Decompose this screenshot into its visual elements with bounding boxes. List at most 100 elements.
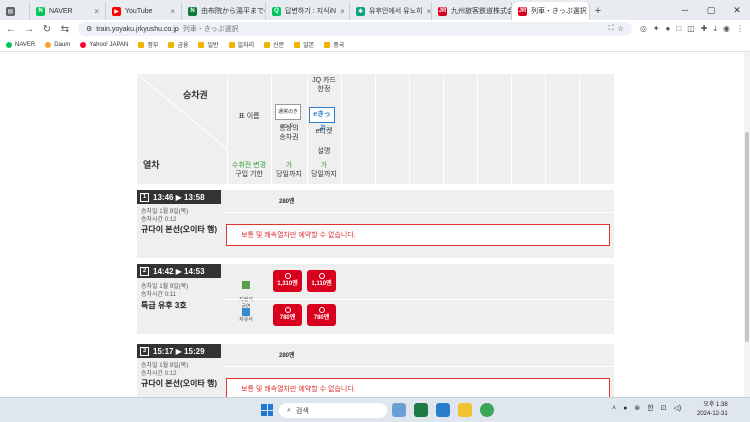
ride-duration: 승차시간 0:11: [141, 292, 176, 298]
free-seat-icon: [242, 308, 250, 316]
naver-icon: [6, 41, 12, 48]
train-name: 규다이 본선(오이타 행): [141, 225, 218, 234]
reserved-eticket-price-button[interactable]: 1,110엔: [307, 270, 336, 292]
tab-youtube[interactable]: ▶ YouTube ×: [106, 2, 182, 20]
free-eticket-price-button[interactable]: 780엔: [307, 304, 336, 326]
tab-jr-kyushu[interactable]: JR 九州旅客鉄道株式会 ×: [432, 2, 512, 20]
ime-indicator[interactable]: 한: [647, 403, 653, 413]
bookmark-yahoo[interactable]: Yahoo! JAPAN: [80, 41, 129, 48]
extension-icon[interactable]: ◎: [640, 24, 647, 34]
fare-price: 280엔: [279, 199, 295, 205]
system-tray: ˄ ● ⊗ 한 ⊡ ◁): [612, 403, 681, 413]
page-scrollbar[interactable]: [744, 52, 750, 397]
bookmark-folder-japan[interactable]: 일본: [294, 40, 314, 49]
antivirus-icon[interactable]: ●: [623, 405, 627, 412]
tab-yufuin[interactable]: N 由布院から湯平までの ×: [182, 2, 266, 20]
bookmark-label: Yahoo! JAPAN: [89, 41, 129, 48]
tab-search-icon[interactable]: ⇆: [60, 24, 70, 35]
bookmark-folder-finance[interactable]: 금융: [168, 40, 188, 49]
new-tab-button[interactable]: +: [590, 2, 606, 20]
excel-icon[interactable]: [414, 403, 428, 417]
scrollbar-thumb[interactable]: [745, 132, 749, 342]
circle-icon: [318, 273, 325, 279]
close-icon[interactable]: ×: [340, 7, 345, 16]
train-time-bar: 2 14:42 ▶ 14:53: [137, 264, 221, 278]
bookmark-label: NAVER: [15, 41, 36, 48]
jr-icon: JR: [518, 6, 527, 16]
windows-taskbar: ⌕ 검색 ˄ ● ⊗ 한 ⊡ ◁) 오후 1:38 2024-12-31: [0, 397, 750, 422]
store-icon[interactable]: [436, 403, 450, 417]
back-icon[interactable]: ←: [6, 24, 16, 35]
page-content: 승차권 열차 표 이름 JQ 카드 한정 通常のきっぷ eきっぷ 통상의 승차권…: [0, 52, 744, 397]
close-icon[interactable]: ×: [426, 7, 431, 16]
bookmark-daum[interactable]: Daum: [45, 41, 70, 48]
minimize-icon[interactable]: ─: [672, 0, 698, 20]
bookmark-naver[interactable]: NAVER: [6, 41, 36, 48]
bookmark-label: 신문: [273, 43, 285, 49]
close-icon[interactable]: ×: [94, 7, 99, 16]
reserved-seat-label: 지정석 금연: [231, 274, 261, 311]
chrome-icon[interactable]: [480, 403, 494, 417]
close-icon[interactable]: ×: [170, 7, 175, 16]
extension-icon[interactable]: ●: [666, 24, 671, 34]
security-icon[interactable]: ⊗: [634, 404, 640, 412]
grid-line: [409, 74, 410, 184]
tab-train-select[interactable]: JR 列車・きっぷ選択 ×: [512, 2, 590, 20]
deadline-normal: 당일까지: [276, 171, 302, 178]
tab-title: YouTube: [125, 7, 153, 15]
close-window-icon[interactable]: ✕: [724, 0, 750, 20]
bookmark-folder-china[interactable]: 중국: [324, 40, 344, 49]
network-icon[interactable]: ⊡: [661, 404, 667, 412]
bookmark-folder-general[interactable]: 일반: [198, 40, 219, 49]
train-row: 3 15:17 ▶ 15:29 280엔 승차일 1월 9일(목) 승차시간 0…: [137, 344, 614, 397]
windows-start-icon[interactable]: [261, 404, 273, 416]
forward-icon[interactable]: →: [24, 24, 34, 35]
volume-icon[interactable]: ◁): [674, 404, 682, 412]
reserved-seat-icon: [242, 281, 250, 289]
tab-kin[interactable]: Q 답변하기 : 지식iN ×: [266, 2, 350, 20]
browser-tab-strip: ▤ N NAVER × ▶ YouTube × N 由布院から湯平までの × Q…: [0, 0, 750, 20]
train-time-bar: 3 15:17 ▶ 15:29: [137, 344, 221, 358]
extension-icon[interactable]: ◫: [687, 24, 695, 34]
tab-title: 유후인에서 유노히: [369, 8, 423, 15]
bookmark-label: 정부: [147, 43, 159, 49]
url-bar[interactable]: ⚙ train.yoyaku.jrkyushu.co.jp 列車・きっぷ選択 ⛶…: [78, 22, 632, 36]
n-icon: N: [188, 6, 197, 16]
widgets-icon[interactable]: [392, 403, 406, 417]
bookmark-star-icon[interactable]: ☆: [618, 25, 624, 33]
puzzle-icon[interactable]: ✚: [701, 24, 708, 34]
taskbar-search[interactable]: ⌕ 검색: [279, 403, 387, 418]
chevron-up-icon[interactable]: ˄: [612, 405, 616, 412]
circle-icon: [284, 273, 291, 279]
grid-line: [477, 74, 478, 184]
taskbar-clock[interactable]: 오후 1:38 2024-12-31: [697, 401, 728, 419]
translate-icon[interactable]: ⛶: [609, 25, 614, 33]
folder-icon: [294, 41, 301, 48]
menu-icon[interactable]: ⋮: [736, 24, 744, 34]
maximize-icon[interactable]: ▢: [698, 0, 724, 20]
tab-naver[interactable]: N NAVER ×: [30, 2, 106, 20]
profile-icon[interactable]: ◉: [723, 24, 730, 34]
extension-icon[interactable]: □: [676, 24, 681, 34]
site-info-icon[interactable]: ⚙: [86, 25, 92, 33]
grid-line: [341, 74, 342, 184]
tab-sheets[interactable]: ▤: [0, 2, 30, 20]
description-label: 설명: [317, 148, 331, 155]
bookmark-folder-jobs[interactable]: 일자리: [228, 40, 255, 49]
tab-title: NAVER: [49, 7, 73, 15]
file-explorer-icon[interactable]: [458, 403, 472, 417]
reserved-normal-price-button[interactable]: 1,310엔: [273, 270, 302, 292]
ride-date: 승차일 1월 9일(목): [141, 209, 189, 215]
normal-ticket-image: 通常のきっぷ: [275, 104, 301, 129]
change-before-label: 수취전 변경: [231, 162, 267, 169]
reservation-notice: 보통 및 쾌속열차만 예약할 수 없습니다.: [226, 224, 610, 246]
bookmark-folder-gov[interactable]: 정부: [138, 40, 158, 49]
tab-chatgpt[interactable]: ✱ 유후인에서 유노히 ×: [350, 2, 432, 20]
download-icon[interactable]: ⤓: [713, 24, 717, 34]
extension-icon[interactable]: ✦: [653, 24, 660, 34]
reload-icon[interactable]: ↻: [42, 24, 52, 35]
free-normal-price-button[interactable]: 780엔: [273, 304, 302, 326]
bookmark-folder-news[interactable]: 신문: [264, 40, 284, 49]
bookmark-label: 일자리: [237, 43, 255, 49]
fare-price: 280엔: [279, 353, 295, 359]
